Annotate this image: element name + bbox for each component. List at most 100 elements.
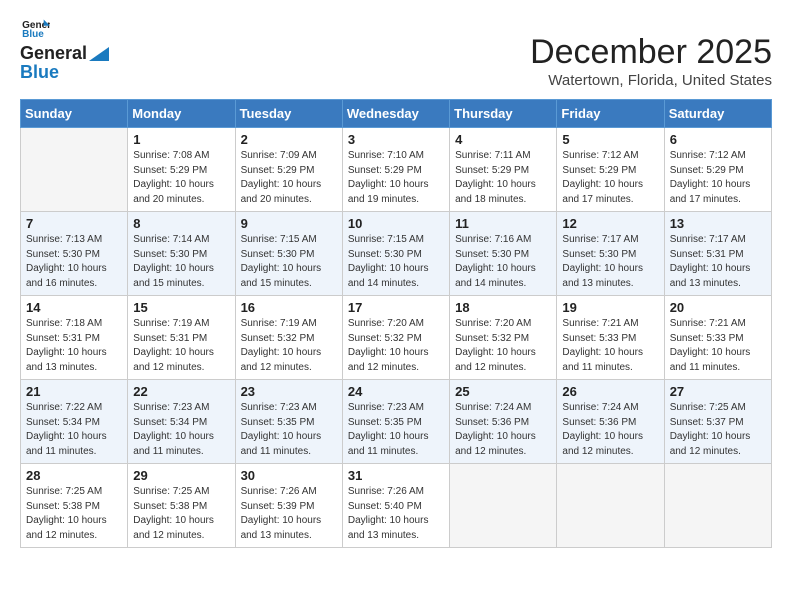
cell-week2-day2: 8 Sunrise: 7:14 AM Sunset: 5:30 PM Daylig…	[128, 212, 235, 296]
day-number: 25	[455, 384, 551, 399]
day-info: Sunrise: 7:12 AM Sunset: 5:29 PM Dayligh…	[670, 149, 766, 207]
cell-week4-day1: 21Sunrise: 7:22 AM Sunset: 5:34 PM Dayli…	[21, 380, 128, 464]
day-info: Sunrise: 7:19 AM Sunset: 5:31 PM Dayligh…	[133, 317, 229, 375]
cell-week4-day2: 22 Sunrise: 7:23 AM Sunset: 5:34 PM Dayli…	[128, 380, 235, 464]
day-number: 27	[670, 384, 766, 399]
day-number: 13	[670, 216, 766, 231]
cell-week5-day1: 28Sunrise: 7:25 AM Sunset: 5:38 PM Dayli…	[21, 464, 128, 548]
cell-week1-day1	[21, 128, 128, 212]
calendar-table: SundayMondayTuesdayWednesdayThursdayFrid…	[20, 99, 772, 548]
day-info: Sunrise: 7:23 AM Sunset: 5:35 PM Dayligh…	[348, 401, 444, 459]
day-info: Sunrise: 7:15 AM Sunset: 5:30 PM Dayligh…	[348, 233, 444, 291]
day-number: 8	[133, 216, 229, 231]
logo-area: General Blue General Blue	[20, 18, 109, 83]
day-info: Sunrise: 7:25 AM Sunset: 5:37 PM Dayligh…	[670, 401, 766, 459]
day-number: 10	[348, 216, 444, 231]
cell-week5-day3: 30 Sunrise: 7:26 AM Sunset: 5:39 PM Dayli…	[235, 464, 342, 548]
logo-triangle-icon	[89, 47, 109, 61]
week-row-4: 21Sunrise: 7:22 AM Sunset: 5:34 PM Dayli…	[21, 380, 772, 464]
col-header-thursday: Thursday	[450, 100, 557, 128]
day-number: 3	[348, 132, 444, 147]
header-row: SundayMondayTuesdayWednesdayThursdayFrid…	[21, 100, 772, 128]
day-info: Sunrise: 7:10 AM Sunset: 5:29 PM Dayligh…	[348, 149, 444, 207]
day-number: 2	[241, 132, 337, 147]
cell-week3-day4: 17 Sunrise: 7:20 AM Sunset: 5:32 PM Dayli…	[342, 296, 449, 380]
cell-week2-day1: 7 Sunrise: 7:13 AM Sunset: 5:30 PM Daylig…	[21, 212, 128, 296]
col-header-sunday: Sunday	[21, 100, 128, 128]
cell-week5-day6	[557, 464, 664, 548]
cell-week4-day7: 27 Sunrise: 7:25 AM Sunset: 5:37 PM Dayli…	[664, 380, 771, 464]
week-row-3: 14 Sunrise: 7:18 AM Sunset: 5:31 PM Dayli…	[21, 296, 772, 380]
location: Watertown, Florida, United States	[109, 72, 772, 89]
cell-week2-day3: 9 Sunrise: 7:15 AM Sunset: 5:30 PM Daylig…	[235, 212, 342, 296]
col-header-saturday: Saturday	[664, 100, 771, 128]
cell-week3-day7: 20Sunrise: 7:21 AM Sunset: 5:33 PM Dayli…	[664, 296, 771, 380]
cell-week1-day7: 6 Sunrise: 7:12 AM Sunset: 5:29 PM Daylig…	[664, 128, 771, 212]
col-header-tuesday: Tuesday	[235, 100, 342, 128]
day-info: Sunrise: 7:26 AM Sunset: 5:39 PM Dayligh…	[241, 485, 337, 543]
cell-week2-day4: 10 Sunrise: 7:15 AM Sunset: 5:30 PM Dayli…	[342, 212, 449, 296]
day-number: 23	[241, 384, 337, 399]
day-info: Sunrise: 7:26 AM Sunset: 5:40 PM Dayligh…	[348, 485, 444, 543]
day-number: 14	[26, 300, 122, 315]
day-number: 31	[348, 468, 444, 483]
day-number: 16	[241, 300, 337, 315]
cell-week5-day2: 29 Sunrise: 7:25 AM Sunset: 5:38 PM Dayli…	[128, 464, 235, 548]
week-row-2: 7 Sunrise: 7:13 AM Sunset: 5:30 PM Daylig…	[21, 212, 772, 296]
cell-week2-day7: 13 Sunrise: 7:17 AM Sunset: 5:31 PM Dayli…	[664, 212, 771, 296]
cell-week4-day6: 26Sunrise: 7:24 AM Sunset: 5:36 PM Dayli…	[557, 380, 664, 464]
day-number: 12	[562, 216, 658, 231]
cell-week1-day5: 4Sunrise: 7:11 AM Sunset: 5:29 PM Daylig…	[450, 128, 557, 212]
day-number: 7	[26, 216, 122, 231]
logo: General Blue General Blue	[20, 18, 109, 83]
day-info: Sunrise: 7:14 AM Sunset: 5:30 PM Dayligh…	[133, 233, 229, 291]
cell-week1-day6: 5 Sunrise: 7:12 AM Sunset: 5:29 PM Daylig…	[557, 128, 664, 212]
day-info: Sunrise: 7:12 AM Sunset: 5:29 PM Dayligh…	[562, 149, 658, 207]
day-number: 30	[241, 468, 337, 483]
day-number: 26	[562, 384, 658, 399]
logo-blue: Blue	[20, 62, 109, 83]
day-info: Sunrise: 7:25 AM Sunset: 5:38 PM Dayligh…	[26, 485, 122, 543]
cell-week5-day7	[664, 464, 771, 548]
day-number: 17	[348, 300, 444, 315]
day-info: Sunrise: 7:20 AM Sunset: 5:32 PM Dayligh…	[348, 317, 444, 375]
day-number: 15	[133, 300, 229, 315]
day-number: 22	[133, 384, 229, 399]
day-number: 19	[562, 300, 658, 315]
col-header-wednesday: Wednesday	[342, 100, 449, 128]
day-number: 5	[562, 132, 658, 147]
col-header-friday: Friday	[557, 100, 664, 128]
cell-week5-day4: 31 Sunrise: 7:26 AM Sunset: 5:40 PM Dayli…	[342, 464, 449, 548]
cell-week5-day5	[450, 464, 557, 548]
day-info: Sunrise: 7:23 AM Sunset: 5:34 PM Dayligh…	[133, 401, 229, 459]
cell-week4-day4: 24 Sunrise: 7:23 AM Sunset: 5:35 PM Dayli…	[342, 380, 449, 464]
day-info: Sunrise: 7:25 AM Sunset: 5:38 PM Dayligh…	[133, 485, 229, 543]
day-info: Sunrise: 7:19 AM Sunset: 5:32 PM Dayligh…	[241, 317, 337, 375]
cell-week3-day2: 15 Sunrise: 7:19 AM Sunset: 5:31 PM Dayli…	[128, 296, 235, 380]
day-number: 18	[455, 300, 551, 315]
cell-week3-day6: 19Sunrise: 7:21 AM Sunset: 5:33 PM Dayli…	[557, 296, 664, 380]
day-info: Sunrise: 7:16 AM Sunset: 5:30 PM Dayligh…	[455, 233, 551, 291]
day-info: Sunrise: 7:15 AM Sunset: 5:30 PM Dayligh…	[241, 233, 337, 291]
day-number: 6	[670, 132, 766, 147]
day-number: 29	[133, 468, 229, 483]
day-number: 9	[241, 216, 337, 231]
header-right: December 2025 Watertown, Florida, United…	[109, 33, 772, 89]
day-number: 11	[455, 216, 551, 231]
cell-week1-day3: 2Sunrise: 7:09 AM Sunset: 5:29 PM Daylig…	[235, 128, 342, 212]
week-row-5: 28Sunrise: 7:25 AM Sunset: 5:38 PM Dayli…	[21, 464, 772, 548]
cell-week3-day1: 14 Sunrise: 7:18 AM Sunset: 5:31 PM Dayli…	[21, 296, 128, 380]
day-info: Sunrise: 7:18 AM Sunset: 5:31 PM Dayligh…	[26, 317, 122, 375]
month-title: December 2025	[109, 33, 772, 72]
cell-week4-day3: 23Sunrise: 7:23 AM Sunset: 5:35 PM Dayli…	[235, 380, 342, 464]
svg-text:Blue: Blue	[22, 29, 44, 38]
day-info: Sunrise: 7:17 AM Sunset: 5:31 PM Dayligh…	[670, 233, 766, 291]
top-row: General Blue General Blue December 2025 …	[20, 18, 772, 89]
week-row-1: 1Sunrise: 7:08 AM Sunset: 5:29 PM Daylig…	[21, 128, 772, 212]
day-info: Sunrise: 7:22 AM Sunset: 5:34 PM Dayligh…	[26, 401, 122, 459]
day-info: Sunrise: 7:13 AM Sunset: 5:30 PM Dayligh…	[26, 233, 122, 291]
day-number: 4	[455, 132, 551, 147]
day-number: 24	[348, 384, 444, 399]
cell-week1-day2: 1Sunrise: 7:08 AM Sunset: 5:29 PM Daylig…	[128, 128, 235, 212]
day-number: 1	[133, 132, 229, 147]
